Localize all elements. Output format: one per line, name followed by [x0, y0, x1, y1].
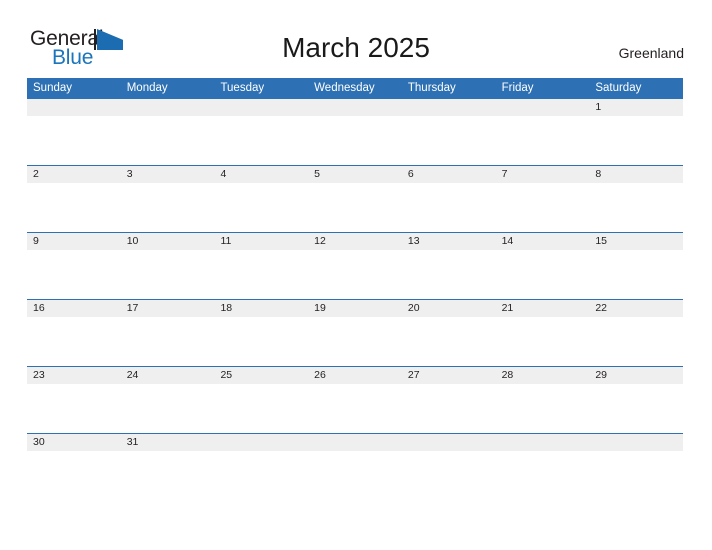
day-cell[interactable]: 16 [27, 300, 121, 317]
day-cell[interactable]: 8 [589, 166, 683, 183]
day-cell[interactable]: 1 [589, 99, 683, 116]
day-cell[interactable]: 28 [496, 367, 590, 384]
week-date-band: 2 3 4 5 6 7 8 [27, 165, 683, 183]
weekday-header-friday: Friday [501, 82, 534, 94]
weekday-header-monday: Monday [126, 82, 168, 94]
day-cell[interactable]: 26 [308, 367, 402, 384]
day-cell[interactable]: 25 [214, 367, 308, 384]
day-cell[interactable]: 20 [402, 300, 496, 317]
week-note-area[interactable] [27, 451, 683, 499]
week-note-area[interactable] [27, 317, 683, 365]
day-cell[interactable]: 27 [402, 367, 496, 384]
weekday-header-tuesday: Tuesday [220, 82, 265, 94]
day-cell[interactable]: 9 [27, 233, 121, 250]
weekday-header-row: Sunday Monday Tuesday Wednesday Thursday… [27, 78, 683, 98]
locale-label: Greenland [618, 45, 684, 61]
calendar-week-row: 16 17 18 19 20 21 22 [27, 299, 683, 366]
calendar-week-row: 9 10 11 12 13 14 15 [27, 232, 683, 299]
weekday-header-wednesday: Wednesday [314, 82, 375, 94]
day-cell[interactable] [308, 99, 402, 116]
day-cell[interactable]: 3 [121, 166, 215, 183]
week-date-band: 16 17 18 19 20 21 22 [27, 299, 683, 317]
day-cell[interactable]: 12 [308, 233, 402, 250]
weekday-header-thursday: Thursday [407, 82, 456, 94]
day-cell[interactable]: 19 [308, 300, 402, 317]
week-note-area[interactable] [27, 250, 683, 298]
day-cell[interactable] [214, 434, 308, 451]
calendar-page: General Blue March 2025 Greenland Sunday… [0, 0, 712, 550]
day-cell[interactable] [496, 99, 590, 116]
day-cell[interactable]: 30 [27, 434, 121, 451]
week-date-band: 9 10 11 12 13 14 15 [27, 232, 683, 250]
day-cell[interactable]: 10 [121, 233, 215, 250]
day-cell[interactable]: 13 [402, 233, 496, 250]
calendar-week-row: 2 3 4 5 6 7 8 [27, 165, 683, 232]
calendar-grid: Sunday Monday Tuesday Wednesday Thursday… [27, 78, 683, 500]
page-title: March 2025 [282, 32, 430, 63]
day-cell[interactable] [496, 434, 590, 451]
day-cell[interactable] [402, 434, 496, 451]
day-cell[interactable] [589, 434, 683, 451]
week-date-band: 30 31 [27, 433, 683, 451]
day-cell[interactable]: 15 [589, 233, 683, 250]
day-cell[interactable]: 18 [214, 300, 308, 317]
weekday-header-sunday: Sunday [33, 82, 73, 94]
day-cell[interactable] [214, 99, 308, 116]
calendar-week-row: 1 [27, 98, 683, 165]
day-cell[interactable]: 21 [496, 300, 590, 317]
week-note-area[interactable] [27, 183, 683, 231]
day-cell[interactable]: 4 [214, 166, 308, 183]
day-cell[interactable]: 29 [589, 367, 683, 384]
week-date-band: 23 24 25 26 27 28 29 [27, 366, 683, 384]
day-cell[interactable]: 14 [496, 233, 590, 250]
week-date-band: 1 [27, 98, 683, 116]
calendar-week-row: 23 24 25 26 27 28 29 [27, 366, 683, 433]
day-cell[interactable] [402, 99, 496, 116]
day-cell[interactable] [121, 99, 215, 116]
day-cell[interactable]: 6 [402, 166, 496, 183]
week-note-area[interactable] [27, 116, 683, 164]
day-cell[interactable]: 23 [27, 367, 121, 384]
day-cell[interactable] [27, 99, 121, 116]
weekday-header-saturday: Saturday [595, 82, 642, 94]
day-cell[interactable] [308, 434, 402, 451]
day-cell[interactable]: 24 [121, 367, 215, 384]
day-cell[interactable]: 22 [589, 300, 683, 317]
page-header: General Blue March 2025 Greenland [0, 0, 712, 78]
day-cell[interactable]: 5 [308, 166, 402, 183]
week-note-area[interactable] [27, 384, 683, 432]
calendar-week-row: 30 31 [27, 433, 683, 500]
day-cell[interactable]: 2 [27, 166, 121, 183]
day-cell[interactable]: 31 [121, 434, 215, 451]
day-cell[interactable]: 11 [214, 233, 308, 250]
day-cell[interactable]: 7 [496, 166, 590, 183]
day-cell[interactable]: 17 [121, 300, 215, 317]
